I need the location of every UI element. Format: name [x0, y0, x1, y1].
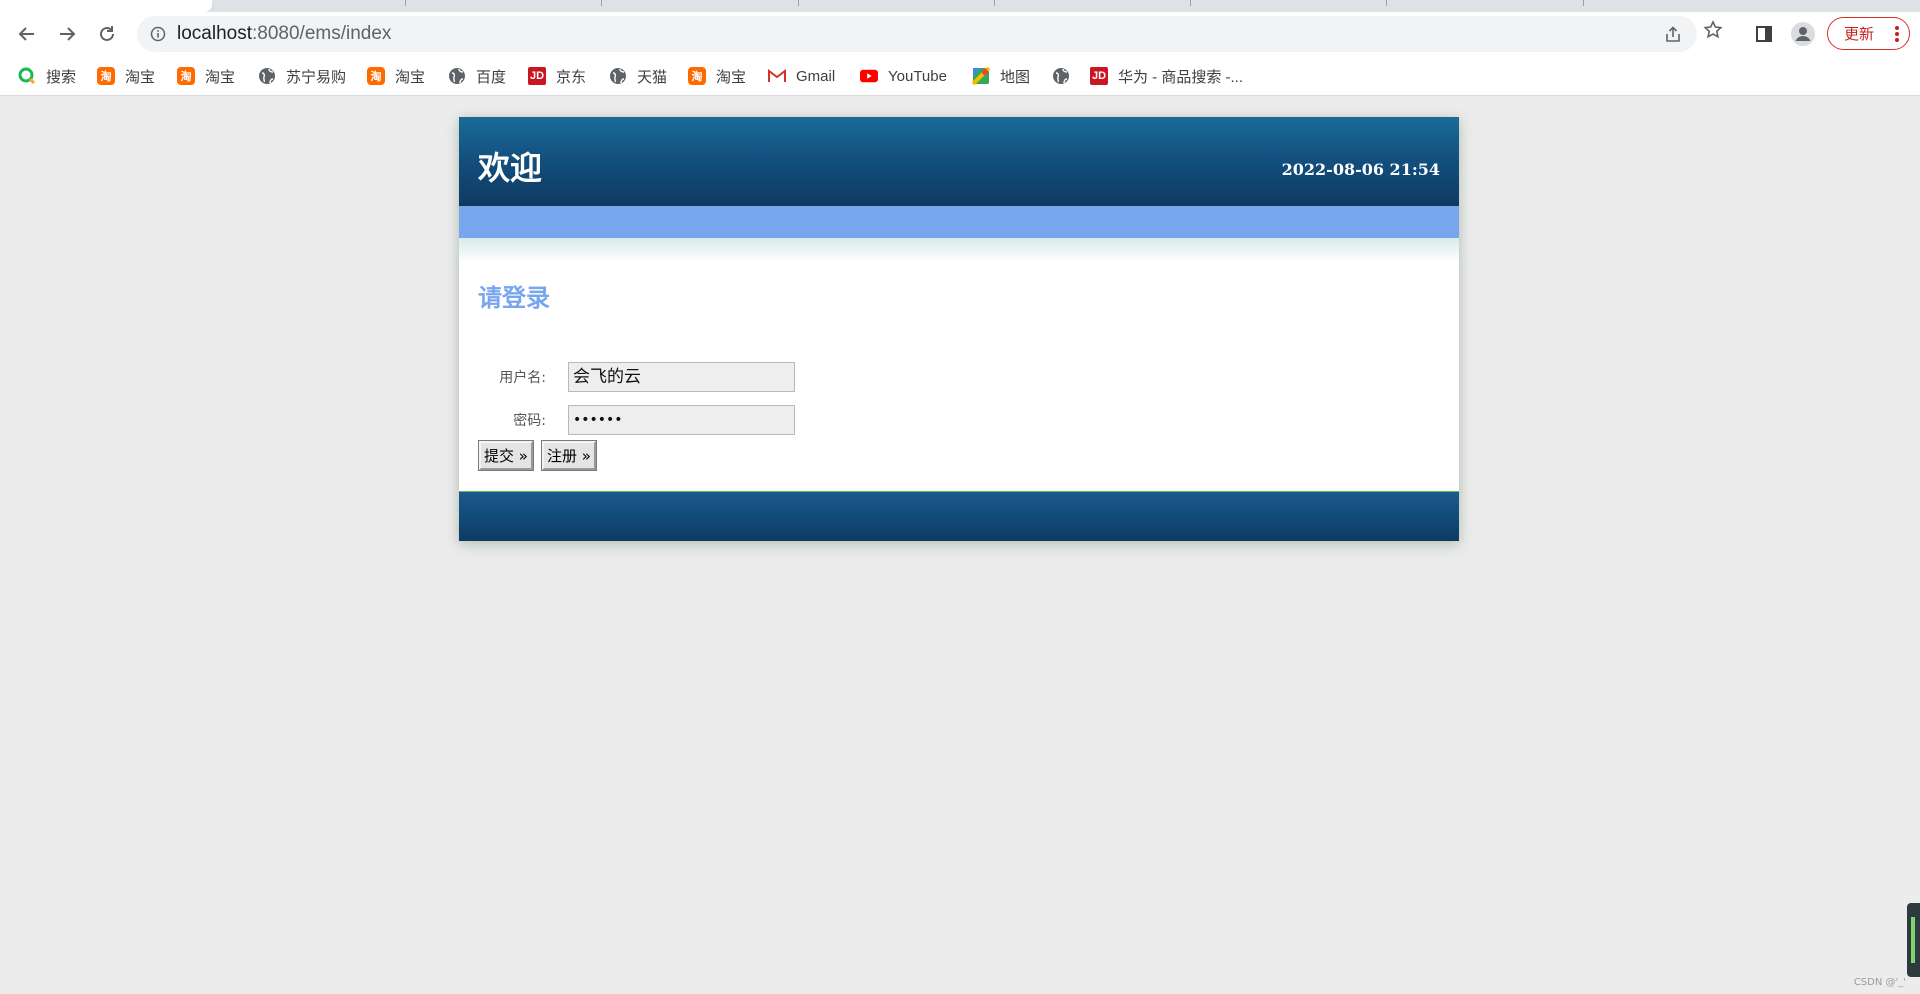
jd-icon: JD — [1090, 67, 1108, 85]
update-button[interactable]: 更新 — [1827, 17, 1910, 50]
youtube-icon — [860, 67, 878, 85]
maps-icon — [972, 67, 990, 85]
share-icon[interactable] — [1662, 24, 1684, 46]
content-wrapper: 欢迎 2022-08-06 21:54 请登录 用户名: 会飞的云 密码: ••… — [459, 117, 1459, 541]
tab-separator — [994, 0, 995, 6]
taobao-icon: 淘 — [688, 67, 706, 85]
bookmark-item[interactable]: Gmail — [768, 65, 835, 87]
watermark: CSDN @'_' — [1853, 977, 1906, 988]
page-viewport: 欢迎 2022-08-06 21:54 请登录 用户名: 会飞的云 密码: ••… — [0, 97, 1920, 994]
username-label: 用户名: — [499, 370, 546, 386]
forward-icon[interactable] — [51, 18, 83, 50]
jd-icon: JD — [528, 67, 546, 85]
submit-button[interactable]: 提交 » — [478, 440, 534, 471]
bookmark-label: 淘宝 — [125, 68, 156, 86]
360-search-icon — [18, 67, 36, 85]
bookmark-item[interactable]: 淘淘宝 — [688, 65, 746, 87]
nav-shadow — [459, 238, 1459, 262]
bookmark-label: 华为 - 商品搜索 -... — [1118, 68, 1243, 86]
active-tab[interactable] — [0, 0, 212, 12]
bookmark-label: 天猫 — [637, 68, 668, 86]
bookmark-item[interactable]: YouTube — [860, 65, 947, 87]
level-bar — [1911, 917, 1915, 963]
username-field[interactable]: 会飞的云 — [568, 362, 795, 392]
bookmark-item[interactable]: 淘淘宝 — [367, 65, 425, 87]
bookmarks-bar: 搜索 淘淘宝 淘淘宝 苏宁易购 淘淘宝 百度 JD 京东 天猫 淘淘宝 Gmail — [0, 56, 1920, 96]
bookmark-item[interactable]: 地图 — [972, 65, 1030, 87]
bookmark-label: 搜索 — [46, 68, 77, 86]
bookmark-item[interactable] — [1052, 65, 1080, 87]
bookmark-label: 淘宝 — [716, 68, 747, 86]
globe-icon — [1052, 67, 1070, 85]
bookmark-item[interactable]: JD 京东 — [528, 65, 586, 87]
bookmark-item[interactable]: 淘淘宝 — [97, 65, 155, 87]
url-path: :8080/ems/index — [252, 23, 392, 44]
taobao-icon: 淘 — [97, 67, 115, 85]
address-bar[interactable]: localhost:8080/ems/index — [137, 16, 1697, 52]
bookmark-label: 淘宝 — [395, 68, 426, 86]
bookmark-item[interactable]: 淘淘宝 — [177, 65, 235, 87]
gmail-icon — [768, 67, 786, 85]
header-datetime: 2022-08-06 21:54 — [1281, 160, 1440, 179]
url-text[interactable]: localhost:8080/ems/index — [177, 24, 391, 44]
side-widget[interactable] — [1907, 903, 1920, 977]
bookmark-label: 京东 — [556, 68, 587, 86]
globe-icon — [258, 67, 276, 85]
globe-icon — [609, 67, 627, 85]
bookmark-label: 百度 — [476, 68, 507, 86]
bookmark-star-icon[interactable] — [1703, 20, 1723, 45]
site-footer — [459, 491, 1459, 541]
tab-separator — [798, 0, 799, 6]
register-button[interactable]: 注册 » — [541, 440, 597, 471]
reload-icon[interactable] — [91, 18, 123, 50]
site-header: 欢迎 2022-08-06 21:54 — [459, 117, 1459, 206]
password-label: 密码: — [513, 413, 546, 429]
bookmark-item[interactable]: 百度 — [448, 65, 506, 87]
back-icon[interactable] — [11, 18, 43, 50]
nav-bar — [459, 206, 1459, 238]
site-title: 欢迎 — [478, 149, 543, 187]
taobao-icon: 淘 — [177, 67, 195, 85]
bookmark-label: 地图 — [1000, 68, 1031, 86]
update-label: 更新 — [1844, 26, 1875, 43]
login-heading: 请登录 — [478, 284, 550, 312]
bookmark-item[interactable]: JD 华为 - 商品搜索 -... — [1090, 65, 1243, 87]
tab-separator — [601, 0, 602, 6]
bookmark-label: 苏宁易购 — [286, 68, 347, 86]
taobao-icon: 淘 — [367, 67, 385, 85]
globe-icon — [448, 67, 466, 85]
browser-toolbar: localhost:8080/ems/index 更新 — [0, 12, 1920, 56]
tab-separator — [1190, 0, 1191, 6]
password-field[interactable]: •••••• — [568, 405, 795, 435]
tab-strip — [0, 0, 1920, 12]
bookmark-label: Gmail — [796, 67, 836, 85]
bookmark-label: YouTube — [888, 67, 947, 85]
bookmark-label: 淘宝 — [205, 68, 236, 86]
bookmark-item[interactable]: 天猫 — [609, 65, 667, 87]
side-panel-icon[interactable] — [1752, 22, 1776, 46]
site-info-icon[interactable] — [150, 26, 166, 42]
bookmark-item[interactable]: 苏宁易购 — [258, 65, 346, 87]
more-menu-icon[interactable] — [1895, 25, 1899, 43]
profile-avatar-icon[interactable] — [1791, 22, 1815, 46]
tab-separator — [1583, 0, 1584, 6]
url-host: localhost — [177, 23, 252, 44]
tab-separator — [405, 0, 406, 6]
tab-separator — [1386, 0, 1387, 6]
bookmark-item[interactable]: 搜索 — [18, 65, 76, 87]
